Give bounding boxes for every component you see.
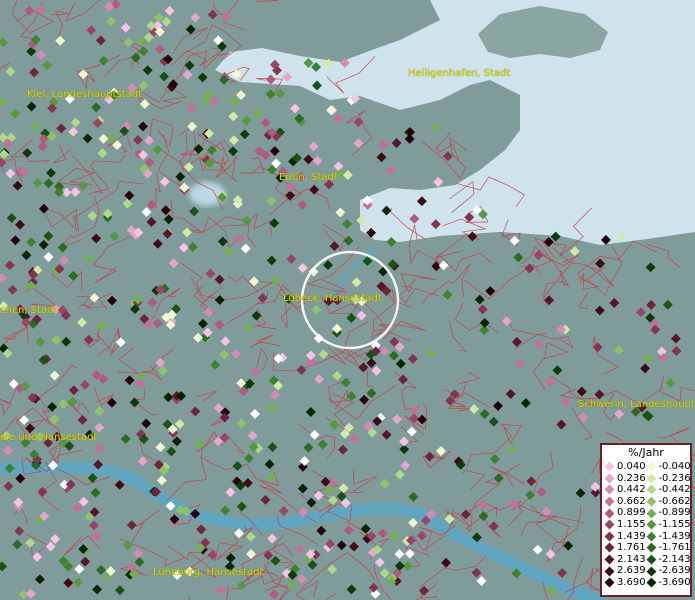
- legend-label: -3.690: [658, 576, 691, 588]
- legend-label: -2.639: [658, 565, 691, 577]
- legend-entry: -0.040: [646, 461, 691, 473]
- legend-negative-column: -0.040 -0.236 -0.442 -0.662 -0.899 -1.155 -1.4…: [646, 461, 691, 589]
- legend-label: -1.439: [658, 530, 691, 542]
- legend-entry: -0.662: [646, 496, 691, 508]
- legend-swatch: [646, 508, 656, 519]
- legend-entry: -1.761: [646, 542, 691, 554]
- city-label-lueneburg: Lüneburg, Hansestadt: [153, 567, 264, 578]
- legend-label: 0.040: [617, 461, 646, 472]
- city-label-luebeck: Lübeck, Hansestadt: [283, 293, 382, 304]
- legend-entry: 1.155: [604, 519, 646, 531]
- legend-entry: -2.639: [646, 565, 691, 577]
- legend-swatch: [604, 531, 615, 542]
- legend-label: 3.690: [617, 576, 646, 588]
- city-label-neumuenster: chen, Stadt: [0, 305, 58, 316]
- legend-swatch: [604, 496, 615, 507]
- legend-swatch: [646, 461, 656, 472]
- legend-positive-column: 0.040 0.236 0.442 0.662 0.899 1.155 1.439 1.761…: [604, 461, 646, 589]
- legend-label: -1.155: [658, 518, 691, 530]
- legend-label: 0.662: [617, 495, 646, 507]
- legend-label: 1.439: [617, 530, 646, 542]
- legend-entry: 1.439: [604, 531, 646, 543]
- legend-swatch: [646, 496, 656, 507]
- legend-swatch: [646, 519, 656, 530]
- legend-swatch: [646, 543, 656, 553]
- legend-label: 0.442: [617, 484, 646, 496]
- legend-entry: 0.442: [604, 484, 646, 496]
- city-label-schwerin: Schwerin, Landeshaupt: [578, 399, 695, 410]
- legend-label: 1.761: [617, 542, 646, 554]
- legend-entry: 0.662: [604, 496, 646, 508]
- legend-swatch: [604, 519, 615, 530]
- legend-swatch: [646, 566, 656, 577]
- legend-label: 2.639: [617, 565, 646, 577]
- legend-entry: -2.143: [646, 554, 691, 566]
- legend-entry: 0.899: [604, 507, 646, 519]
- legend-label: -1.761: [658, 542, 691, 554]
- legend-label: 0.899: [617, 507, 646, 519]
- legend-label: 0.236: [617, 472, 646, 484]
- legend-label: -0.040: [658, 461, 691, 472]
- legend-entry: -1.155: [646, 519, 691, 531]
- legend-label: 1.155: [617, 518, 646, 530]
- legend-entry: 3.690: [604, 577, 646, 589]
- legend-label: -0.442: [658, 484, 691, 496]
- legend-swatch: [646, 531, 656, 542]
- legend-entry: 0.040: [604, 461, 646, 473]
- legend-label: 2.143: [617, 553, 646, 565]
- legend-entry: 2.639: [604, 565, 646, 577]
- legend-entry: 1.761: [604, 542, 646, 554]
- city-label-heiligenhafen: Heiligenhafen, Stadt: [408, 68, 511, 79]
- legend-swatch: [646, 485, 656, 495]
- legend-entry: -0.899: [646, 507, 691, 519]
- legend-swatch: [604, 485, 615, 495]
- legend-entry: -0.236: [646, 473, 691, 485]
- city-label-hamburg: eie und Hansestadt: [0, 432, 98, 443]
- legend-label: -0.899: [658, 507, 691, 519]
- legend-swatch: [646, 554, 656, 565]
- legend-entry: -0.442: [646, 484, 691, 496]
- legend-label: -0.236: [658, 472, 691, 484]
- legend-swatch: [646, 473, 656, 484]
- legend-entry: 2.143: [604, 554, 646, 566]
- city-label-kiel: Kiel, Landeshauptstadt: [27, 89, 142, 100]
- legend-label: -0.662: [658, 495, 691, 507]
- legend-swatch: [604, 461, 615, 472]
- legend-swatch: [604, 577, 615, 588]
- legend-title: %/Jahr: [628, 446, 664, 459]
- legend-entry: -3.690: [646, 577, 691, 589]
- legend: %/Jahr 0.040 0.236 0.442 0.662 0.899 1.155 1.4…: [600, 443, 692, 597]
- legend-swatch: [604, 566, 615, 577]
- legend-label: -2.143: [658, 553, 691, 565]
- legend-swatch: [604, 473, 615, 484]
- legend-swatch: [604, 508, 615, 519]
- legend-swatch: [604, 554, 615, 565]
- legend-entry: 0.236: [604, 473, 646, 485]
- legend-entry: -1.439: [646, 531, 691, 543]
- legend-swatch: [646, 577, 656, 588]
- legend-swatch: [604, 543, 615, 553]
- city-label-eutin: Eutin, Stadt: [279, 172, 338, 183]
